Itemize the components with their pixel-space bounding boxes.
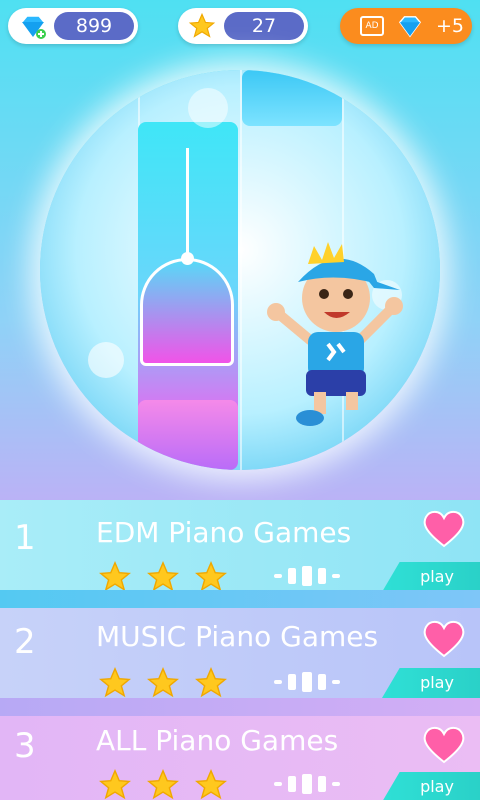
star-icon (195, 667, 227, 698)
tap-point (181, 252, 194, 265)
watch-ad-button[interactable]: AD +5 (340, 8, 472, 44)
song-index: 2 (14, 622, 36, 662)
song-row[interactable]: 1 EDM Piano Games play (0, 500, 480, 592)
song-row[interactable]: 2 MUSIC Piano Games play (0, 608, 480, 698)
star-icon (195, 769, 227, 800)
bubble (188, 88, 228, 128)
song-title: MUSIC Piano Games (96, 620, 379, 653)
row-separator (0, 590, 480, 608)
hero-illustration (40, 70, 440, 470)
lane-divider (240, 70, 242, 470)
piano-tile (138, 400, 238, 470)
star-icon (147, 667, 179, 698)
diamond-icon (398, 16, 422, 38)
song-title: ALL Piano Games (96, 724, 339, 757)
ad-reward-amount: +5 (436, 15, 465, 37)
ad-icon: AD (360, 16, 384, 36)
star-icon (99, 667, 131, 698)
star-icon (99, 769, 131, 800)
play-button[interactable]: play (382, 772, 480, 800)
equalizer-icon (274, 774, 346, 796)
hold-tile (140, 258, 234, 366)
star-count: 27 (224, 12, 304, 40)
equalizer-icon (274, 566, 346, 588)
star-icon (195, 561, 227, 592)
star-icon (188, 12, 216, 38)
cartoon-boy (267, 242, 403, 426)
favorite-heart-icon[interactable] (422, 618, 466, 658)
song-index: 1 (14, 518, 36, 558)
star-icon (147, 769, 179, 800)
play-button[interactable]: play (382, 668, 480, 698)
favorite-heart-icon[interactable] (422, 508, 466, 548)
diamond-plus-icon (21, 15, 46, 39)
favorite-heart-icon[interactable] (422, 724, 466, 764)
piano-tile (242, 70, 342, 126)
diamond-count: 899 (54, 12, 134, 40)
play-button[interactable]: play (382, 562, 480, 592)
song-title: EDM Piano Games (96, 516, 352, 549)
hold-tile-trail (186, 148, 189, 264)
top-bar: 899 27 AD +5 (0, 0, 480, 60)
star-counter: 27 (178, 8, 308, 44)
star-icon (99, 561, 131, 592)
song-index: 3 (14, 726, 36, 766)
star-icon (147, 561, 179, 592)
diamond-counter[interactable]: 899 (8, 8, 138, 44)
song-row[interactable]: 3 ALL Piano Games play (0, 716, 480, 800)
row-separator (0, 698, 480, 716)
bubble (88, 342, 124, 378)
equalizer-icon (274, 672, 346, 694)
